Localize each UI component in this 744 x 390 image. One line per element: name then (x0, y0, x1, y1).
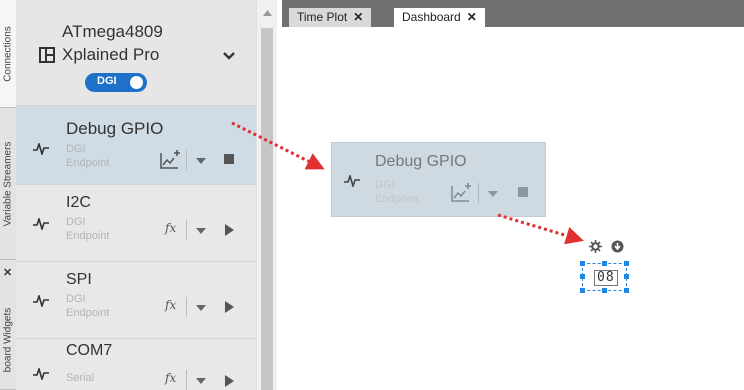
drag-arrow (497, 213, 584, 245)
drag-arrow (231, 121, 325, 170)
drag-arrows (231, 121, 584, 245)
